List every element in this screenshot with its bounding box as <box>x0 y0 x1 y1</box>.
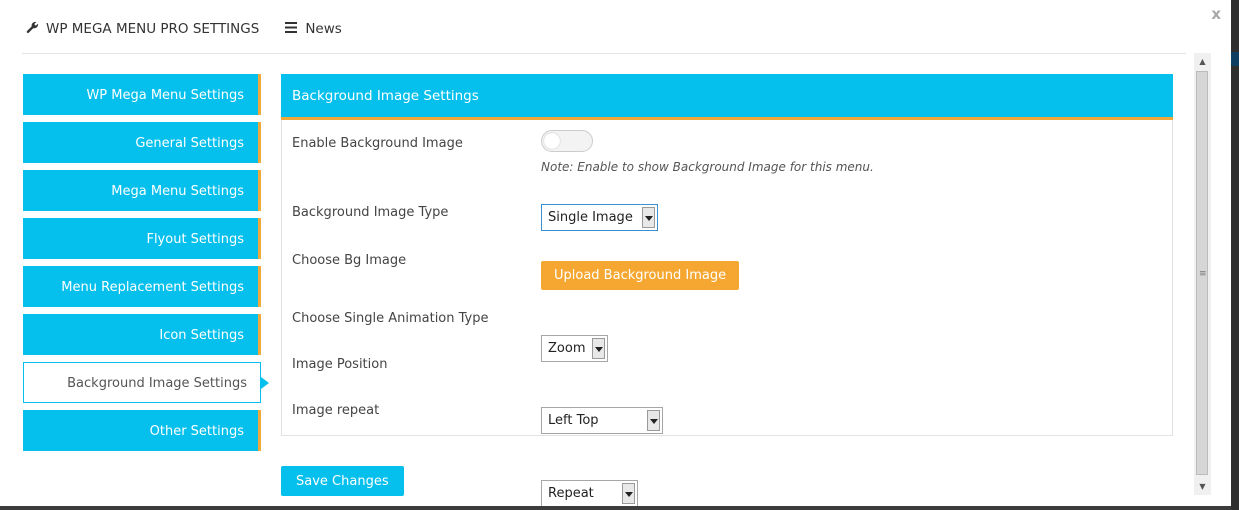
chevron-down-icon <box>642 207 655 228</box>
sidebar-item-other[interactable]: Other Settings <box>23 410 261 451</box>
sidebar-item-flyout[interactable]: Flyout Settings <box>23 218 261 259</box>
settings-modal: x WP MEGA MENU PRO SETTINGS News WP Mega… <box>0 0 1231 506</box>
grip-icon: ≡ <box>1199 269 1207 279</box>
choose-bg-label: Choose Bg Image <box>292 253 407 268</box>
repeat-value: Repeat <box>548 486 594 501</box>
upload-bg-image-button[interactable]: Upload Background Image <box>541 261 740 290</box>
chevron-down-icon <box>647 410 660 431</box>
repeat-label: Image repeat <box>292 403 380 418</box>
sidebar-item-label: Icon Settings <box>159 328 244 343</box>
chevron-down-icon <box>592 338 605 359</box>
toggle-knob <box>544 133 560 149</box>
active-arrow-icon <box>261 377 269 389</box>
scrollbar[interactable]: ▲ ≡ ▼ <box>1194 53 1211 495</box>
settings-title: WP MEGA MENU PRO SETTINGS <box>46 21 260 37</box>
sidebar-item-label: WP Mega Menu Settings <box>86 88 244 103</box>
enable-bg-label: Enable Background Image <box>292 136 463 151</box>
animation-label: Choose Single Animation Type <box>292 311 489 326</box>
backdrop <box>1231 0 1239 510</box>
chevron-down-icon <box>622 483 635 504</box>
scroll-up-icon[interactable]: ▲ <box>1194 53 1211 70</box>
close-button[interactable]: x <box>1211 5 1221 23</box>
sidebar-item-label: Other Settings <box>149 424 244 439</box>
sidebar-item-mega-menu[interactable]: Mega Menu Settings <box>23 170 261 211</box>
enable-bg-note: Note: Enable to show Background Image fo… <box>541 160 874 174</box>
modal-header: WP MEGA MENU PRO SETTINGS News <box>24 18 366 40</box>
animation-select[interactable]: Zoom <box>541 335 608 362</box>
hamburger-icon <box>283 21 299 37</box>
sidebar-item-background-image[interactable]: Background Image Settings <box>23 362 269 403</box>
settings-title-link[interactable]: WP MEGA MENU PRO SETTINGS <box>24 21 259 38</box>
position-select[interactable]: Left Top <box>541 407 663 434</box>
sidebar-item-label: General Settings <box>135 136 244 151</box>
wrench-icon <box>24 21 40 38</box>
settings-sidebar: WP Mega Menu Settings General Settings M… <box>23 74 269 458</box>
panel-title: Background Image Settings <box>281 74 1173 120</box>
save-changes-button[interactable]: Save Changes <box>281 466 404 496</box>
repeat-select[interactable]: Repeat <box>541 480 638 506</box>
animation-value: Zoom <box>548 341 586 356</box>
position-value: Left Top <box>548 413 599 428</box>
enable-bg-toggle[interactable] <box>541 130 593 152</box>
sidebar-item-label: Menu Replacement Settings <box>61 280 244 295</box>
bg-type-select[interactable]: Single Image <box>541 204 658 231</box>
sidebar-item-menu-replacement[interactable]: Menu Replacement Settings <box>23 266 261 307</box>
sidebar-item-icon[interactable]: Icon Settings <box>23 314 261 355</box>
news-link[interactable]: News <box>283 21 342 37</box>
scroll-thumb[interactable]: ≡ <box>1196 71 1208 475</box>
sidebar-item-general[interactable]: General Settings <box>23 122 261 163</box>
sidebar-item-wp-mega-menu[interactable]: WP Mega Menu Settings <box>23 74 261 115</box>
sidebar-item-label: Background Image Settings <box>67 376 247 391</box>
header-divider <box>22 53 1186 54</box>
scroll-down-icon[interactable]: ▼ <box>1194 478 1211 495</box>
position-label: Image Position <box>292 357 388 372</box>
bg-type-label: Background Image Type <box>292 205 449 220</box>
bg-type-value: Single Image <box>548 210 633 225</box>
background-image-panel: Background Image Settings Enable Backgro… <box>281 74 1173 506</box>
sidebar-item-label: Mega Menu Settings <box>111 184 244 199</box>
sidebar-item-label: Flyout Settings <box>146 232 244 247</box>
news-label: News <box>305 21 342 37</box>
